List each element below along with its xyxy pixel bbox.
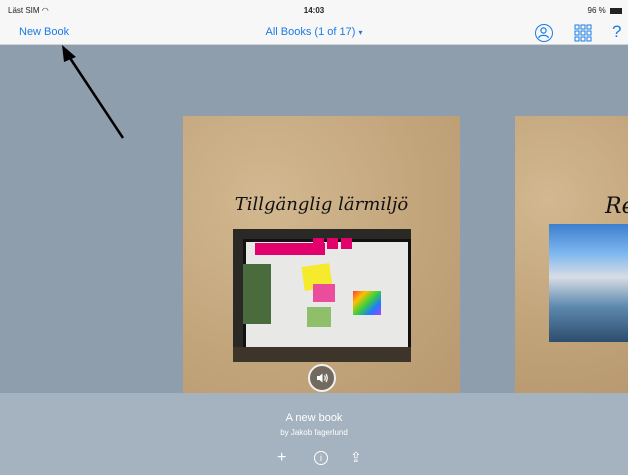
annotation-arrow — [62, 45, 125, 139]
